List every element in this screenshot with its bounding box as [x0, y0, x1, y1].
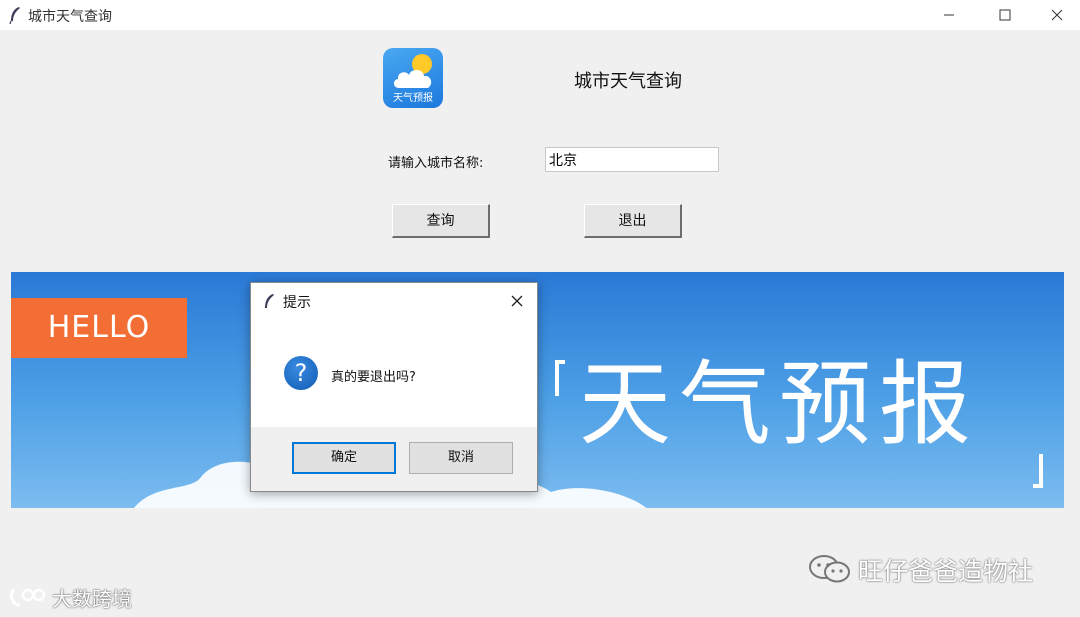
exit-button[interactable]: 退出 — [584, 204, 682, 238]
brand-logo-icon — [10, 588, 46, 607]
minimize-icon — [944, 14, 954, 16]
dialog-close-button[interactable] — [505, 289, 529, 313]
left-corner-bracket — [555, 360, 565, 396]
app-heading: 城市天气查询 — [574, 71, 682, 92]
question-icon: ? — [284, 356, 318, 390]
dialog-footer: 确定 取消 — [251, 427, 537, 491]
cancel-button[interactable]: 取消 — [409, 442, 513, 474]
cloud-icon — [393, 69, 432, 88]
dialog-message: 真的要退出吗? — [331, 370, 416, 385]
dialog-title: 提示 — [283, 295, 311, 311]
right-corner-bracket — [1033, 454, 1043, 488]
city-input[interactable] — [545, 147, 719, 172]
maximize-icon — [999, 9, 1011, 21]
minimize-button[interactable] — [926, 0, 972, 30]
feather-icon — [9, 7, 20, 24]
hello-badge: HELLO — [11, 298, 187, 358]
banner-title: 天气预报 — [579, 351, 980, 458]
ok-button[interactable]: 确定 — [292, 442, 396, 474]
watermark-right-text: 旺仔爸爸造物社 — [858, 557, 1034, 586]
window-title: 城市天气查询 — [28, 9, 112, 25]
close-icon — [1051, 9, 1063, 21]
weather-app-icon: 天气预报 — [383, 48, 443, 108]
app-icon-label: 天气预报 — [393, 93, 433, 104]
maximize-button[interactable] — [982, 0, 1028, 30]
window-titlebar: 城市天气查询 — [0, 0, 1080, 30]
close-button[interactable] — [1034, 0, 1080, 30]
query-button[interactable]: 查询 — [392, 204, 490, 238]
close-icon — [511, 295, 523, 307]
city-label: 请输入城市名称: — [388, 156, 484, 171]
hello-text: HELLO — [47, 310, 151, 345]
wechat-icon — [809, 555, 850, 583]
confirm-dialog: 提示 ? 真的要退出吗? 确定 取消 — [250, 282, 538, 492]
watermark-left-text: 大数跨境 — [52, 587, 132, 611]
feather-icon — [265, 294, 274, 308]
